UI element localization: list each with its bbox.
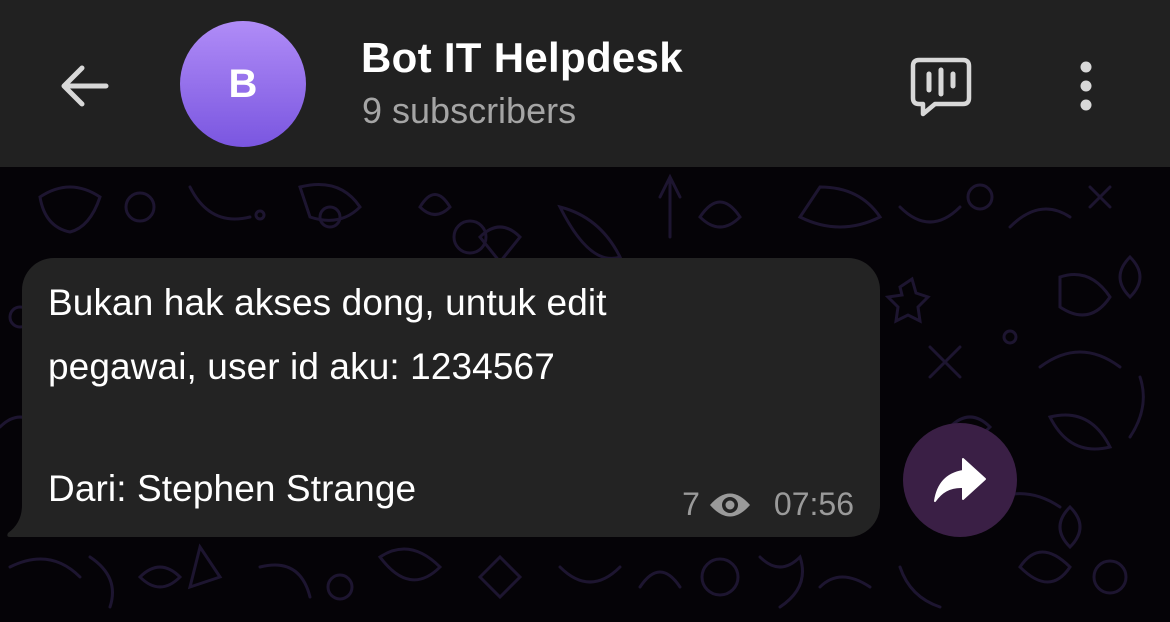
message-line: Dari: Stephen Strange [48,468,417,509]
voice-chat-button[interactable] [905,50,977,122]
avatar-letter: B [228,61,258,106]
share-arrow-icon [934,458,986,502]
message-meta: 7 07:56 [682,486,854,523]
message-time: 07:56 [773,486,854,522]
chat-title[interactable]: Bot IT Helpdesk [361,34,683,82]
eye-icon [708,490,752,520]
message-bubble[interactable]: Bukan hak akses dong, untuk edit pegawai… [22,258,880,537]
message-line: Bukan hak akses dong, untuk edit [48,282,607,323]
chat-header: B Bot IT Helpdesk 9 subscribers [0,0,1170,167]
share-button[interactable] [903,423,1017,537]
arrow-left-icon [61,65,109,107]
back-button[interactable] [48,50,120,122]
voice-chat-icon [910,57,972,117]
more-options-button[interactable] [1058,50,1114,122]
subscriber-count: 9 subscribers [362,90,577,131]
more-vertical-icon [1080,61,1092,111]
view-count: 7 [682,486,700,522]
message-line: pegawai, user id aku: 1234567 [48,346,555,387]
avatar[interactable]: B [180,21,306,147]
